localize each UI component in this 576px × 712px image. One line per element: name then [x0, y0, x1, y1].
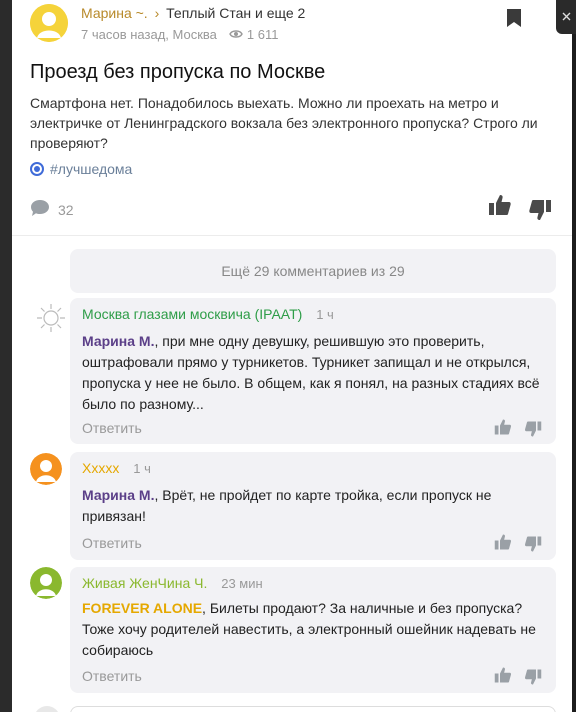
comment-time: 23 мин	[221, 576, 263, 591]
thumbs-down-icon[interactable]	[524, 668, 542, 691]
comment-header: Москва глазами москвича (IPAAT) 1 ч	[82, 306, 334, 322]
author-avatar[interactable]	[30, 4, 68, 42]
window-edge	[572, 0, 576, 712]
tag-icon	[30, 162, 44, 176]
speech-bubble-icon	[30, 199, 50, 220]
comment-author[interactable]: Москва глазами москвича (IPAAT)	[82, 306, 302, 322]
comment-card: Москва глазами москвича (IPAAT) 1 ч Мари…	[70, 298, 556, 444]
post-title: Проезд без пропуска по Москве	[30, 61, 326, 83]
reply-button[interactable]: Ответить	[82, 535, 142, 551]
author-separator: ›	[154, 5, 160, 21]
comment-avatar[interactable]	[30, 453, 62, 485]
comment-time: 1 ч	[133, 461, 151, 476]
author-name[interactable]: Марина ~.	[81, 5, 148, 21]
views-counter: 1 611	[229, 27, 279, 42]
comments-counter[interactable]: 32	[30, 199, 74, 220]
close-icon	[562, 12, 571, 21]
reply-button[interactable]: Ответить	[82, 668, 142, 684]
thumbs-down-icon[interactable]	[528, 198, 552, 227]
comment-card: Живая ЖенЧина Ч. 23 мин FOREVER ALONE, Б…	[70, 567, 556, 693]
comment-mention[interactable]: FOREVER ALONE	[82, 600, 202, 616]
thumbs-down-icon[interactable]	[524, 420, 542, 443]
divider	[12, 235, 572, 236]
thumbs-up-icon[interactable]	[488, 193, 512, 222]
tag-label: #лучшедома	[50, 161, 133, 177]
thumbs-up-icon[interactable]	[494, 418, 512, 441]
views-count: 1 611	[246, 27, 279, 42]
post-time: 7 часов назад, Москва	[81, 27, 217, 42]
post-tag[interactable]: #лучшедома	[30, 161, 132, 177]
comment-mention[interactable]: Марина М.	[82, 487, 154, 503]
thumbs-up-icon[interactable]	[494, 533, 512, 556]
comment-header: Живая ЖенЧина Ч. 23 мин	[82, 575, 263, 591]
comment-time: 1 ч	[316, 307, 334, 322]
close-button[interactable]	[556, 0, 576, 34]
composer-avatar	[34, 706, 60, 712]
comment-composer[interactable]	[70, 706, 556, 712]
comment-card: Xxxxx 1 ч Марина М., Врёт, не пройдет по…	[70, 452, 556, 560]
comment-avatar[interactable]	[30, 567, 62, 599]
post-body: Смартфона нет. Понадобилось выехать. Мож…	[30, 95, 538, 151]
comments-count: 32	[58, 201, 74, 218]
comment-header: Xxxxx 1 ч	[82, 460, 151, 476]
comment-text: FOREVER ALONE, Билеты продают? За наличн…	[82, 598, 542, 661]
author-location[interactable]: Теплый Стан и еще 2	[166, 5, 305, 21]
comment-mention[interactable]: Марина М.	[82, 333, 154, 349]
thumbs-down-icon[interactable]	[524, 535, 542, 558]
comment-text: Марина М., при мне одну девушку, решившу…	[82, 331, 542, 415]
post-page: Марина ~. › Теплый Стан и еще 2 7 часов …	[12, 0, 572, 712]
bookmark-icon[interactable]	[505, 8, 523, 33]
post-meta: 7 часов назад, Москва 1 611	[81, 27, 278, 42]
reply-button[interactable]: Ответить	[82, 420, 142, 436]
more-comments-button[interactable]: Ещё 29 комментариев из 29	[70, 249, 556, 293]
eye-icon	[229, 27, 243, 42]
comment-author[interactable]: Живая ЖенЧина Ч.	[82, 575, 207, 591]
author-line: Марина ~. › Теплый Стан и еще 2	[81, 5, 305, 21]
thumbs-up-icon[interactable]	[494, 666, 512, 689]
comment-text: Марина М., Врёт, не пройдет по карте тро…	[82, 485, 542, 527]
post-header: Марина ~. › Теплый Стан и еще 2 7 часов …	[12, 0, 572, 50]
comment-avatar[interactable]	[34, 301, 68, 335]
comment-author[interactable]: Xxxxx	[82, 460, 119, 476]
